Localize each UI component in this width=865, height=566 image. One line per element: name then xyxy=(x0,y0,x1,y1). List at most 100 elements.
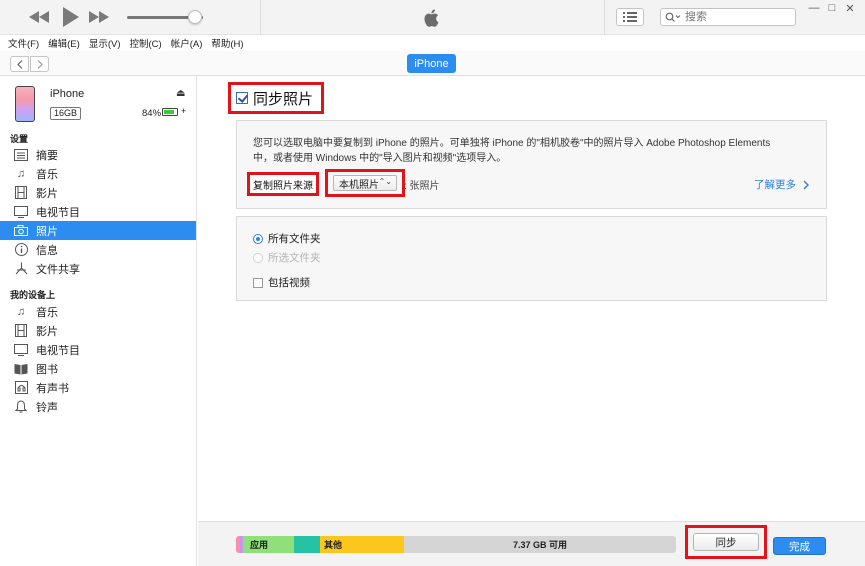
include-videos-label: 包括视频 xyxy=(268,277,310,289)
sync-photos-checkbox[interactable] xyxy=(236,92,248,104)
camera-icon xyxy=(14,224,28,238)
storage-usage-bar: 应用 其他 7.37 GB 可用 xyxy=(236,536,676,553)
done-button[interactable]: 完成 xyxy=(773,537,826,555)
sidebar-item-label: 电视节目 xyxy=(36,344,80,357)
selected-folders-option: 所选文件夹 xyxy=(253,250,321,265)
main-content: 同步照片 您可以选取电脑中要复制到 iPhone 的照片。可单独将 iPhone… xyxy=(198,76,865,566)
sidebar-item-device-tv-shows[interactable]: 电视节目 xyxy=(0,340,196,359)
volume-slider-knob[interactable] xyxy=(188,10,203,24)
storage-segment-other: 其他 xyxy=(320,536,404,553)
navigation-bar: iPhone xyxy=(0,51,865,76)
apps-label: 应用 xyxy=(250,540,269,550)
device-tab-iphone[interactable]: iPhone xyxy=(407,54,456,73)
minimize-button[interactable]: — xyxy=(805,1,823,15)
sidebar-item-music[interactable]: ♫ 音乐 xyxy=(0,164,196,183)
play-icon xyxy=(63,7,79,27)
sidebar-item-label: 信息 xyxy=(36,244,58,257)
sidebar-item-label: 文件共享 xyxy=(36,263,80,276)
photo-source-panel: 您可以选取电脑中要复制到 iPhone 的照片。可单独将 iPhone 的"相机… xyxy=(236,120,827,209)
sync-button[interactable]: 同步 xyxy=(693,533,759,551)
search-field[interactable] xyxy=(660,8,796,26)
film-icon xyxy=(14,324,28,338)
chevron-right-icon xyxy=(803,180,809,189)
selected-folders-radio xyxy=(253,252,263,263)
menu-file[interactable]: 文件(F) xyxy=(8,36,39,50)
list-view-button[interactable] xyxy=(616,8,644,26)
chevron-right-icon xyxy=(37,59,43,69)
sidebar-item-device-movies[interactable]: 影片 xyxy=(0,321,196,340)
menu-controls[interactable]: 控制(C) xyxy=(129,36,161,50)
sidebar-item-photos[interactable]: 照片 xyxy=(0,221,196,240)
sync-button-highlight: 同步 xyxy=(685,525,767,559)
menu-edit[interactable]: 编辑(E) xyxy=(48,36,80,50)
all-folders-label: 所有文件夹 xyxy=(268,233,321,245)
sidebar-item-device-music[interactable]: ♫ 音乐 xyxy=(0,302,196,321)
fast-forward-button[interactable] xyxy=(88,7,110,27)
learn-more-link[interactable]: 了解更多 xyxy=(754,177,811,192)
device-name: iPhone xyxy=(50,88,85,100)
folder-options-panel: 所有文件夹 所选文件夹 包括视频 xyxy=(236,216,827,301)
other-label: 其他 xyxy=(324,540,343,550)
play-button[interactable] xyxy=(58,7,84,27)
capacity-badge: 16GB xyxy=(50,107,82,120)
sidebar-item-device-audiobooks[interactable]: 有声书 xyxy=(0,378,196,397)
sidebar-item-label: 有声书 xyxy=(36,382,69,395)
book-icon xyxy=(14,362,28,376)
toolbar-divider xyxy=(604,0,605,35)
all-folders-option[interactable]: 所有文件夹 xyxy=(253,231,321,246)
menu-bar: 文件(F) 编辑(E) 显示(V) 控制(C) 帐户(A) 帮助(H) xyxy=(0,35,865,51)
sidebar-item-device-books[interactable]: 图书 xyxy=(0,359,196,378)
info-icon xyxy=(14,243,28,257)
bell-icon xyxy=(14,400,28,414)
all-folders-radio[interactable] xyxy=(253,233,263,244)
sidebar-item-label: 影片 xyxy=(36,187,58,200)
rewind-icon xyxy=(29,11,49,23)
audiobook-icon xyxy=(14,381,28,395)
sidebar-item-label: 摘要 xyxy=(36,149,58,162)
sidebar-item-file-sharing[interactable]: 文件共享 xyxy=(0,259,196,278)
storage-segment-free: 7.37 GB 可用 xyxy=(404,536,676,553)
sync-photos-title: 同步照片 xyxy=(253,90,314,108)
menu-account[interactable]: 帐户(A) xyxy=(171,36,203,50)
apple-logo-icon xyxy=(421,7,443,29)
menu-help[interactable]: 帮助(H) xyxy=(211,36,243,50)
summary-icon xyxy=(14,148,28,162)
chevron-left-icon xyxy=(16,59,22,69)
music-note-icon: ♫ xyxy=(16,167,26,180)
photo-source-highlight: 本机照片 ⌃⌄ xyxy=(325,169,405,197)
sidebar-item-device-ringtones[interactable]: 铃声 xyxy=(0,397,196,416)
list-icon xyxy=(623,12,637,22)
include-videos-option[interactable]: 包括视频 xyxy=(253,275,310,290)
menu-view[interactable]: 显示(V) xyxy=(89,36,121,50)
free-space-label: 7.37 GB 可用 xyxy=(512,540,568,550)
rewind-button[interactable] xyxy=(28,7,50,27)
sidebar-item-label: 音乐 xyxy=(36,306,58,319)
close-button[interactable]: ✕ xyxy=(841,1,859,15)
sidebar-item-info[interactable]: 信息 xyxy=(0,240,196,259)
storage-segment-documents xyxy=(294,536,320,553)
fast-forward-icon xyxy=(89,11,109,23)
forward-button[interactable] xyxy=(30,56,49,72)
toolbar-divider xyxy=(260,0,261,35)
search-input[interactable] xyxy=(685,11,785,23)
sidebar-item-movies[interactable]: 影片 xyxy=(0,183,196,202)
battery-fill xyxy=(164,110,175,114)
sync-photos-toggle[interactable]: 同步照片 xyxy=(228,82,324,114)
settings-heading: 设置 xyxy=(10,134,29,144)
tv-icon xyxy=(14,343,28,357)
learn-more-label: 了解更多 xyxy=(754,179,796,191)
music-note-icon: ♫ xyxy=(16,305,26,318)
maximize-button[interactable]: □ xyxy=(823,1,841,15)
eject-icon[interactable]: ⏏ xyxy=(176,88,185,99)
search-icon xyxy=(665,12,681,22)
sidebar: iPhone ⏏ 16GB 84% + 设置 摘要 ♫ 音乐 影片 电视节目 照… xyxy=(0,76,197,566)
sidebar-item-label: 照片 xyxy=(36,225,58,238)
back-button[interactable] xyxy=(10,56,29,72)
sidebar-item-tv-shows[interactable]: 电视节目 xyxy=(0,202,196,221)
sidebar-item-label: 影片 xyxy=(36,325,58,338)
iphone-thumbnail-icon xyxy=(15,86,35,122)
photo-source-dropdown[interactable]: 本机照片 ⌃⌄ xyxy=(333,175,397,191)
sidebar-item-summary[interactable]: 摘要 xyxy=(0,145,196,164)
photo-count: : 张照片 xyxy=(404,181,440,192)
include-videos-checkbox[interactable] xyxy=(253,277,263,288)
